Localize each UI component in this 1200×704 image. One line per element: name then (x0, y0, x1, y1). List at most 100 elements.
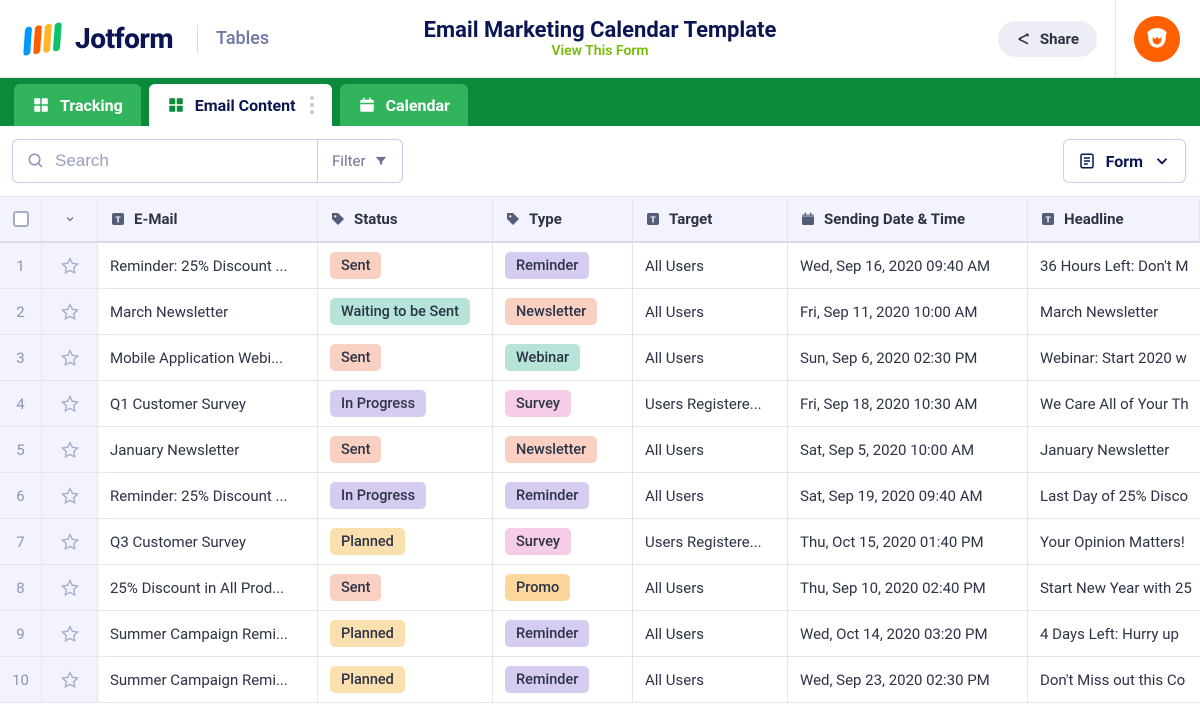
cell-status[interactable]: Waiting to be Sent (318, 289, 493, 334)
cell-status[interactable]: In Progress (318, 473, 493, 518)
cell-target[interactable]: All Users (633, 657, 788, 702)
cell-email[interactable]: Q3 Customer Survey (98, 519, 318, 564)
cell-type[interactable]: Reminder (493, 243, 633, 288)
checkbox-icon[interactable] (13, 211, 29, 227)
cell-status[interactable]: Planned (318, 519, 493, 564)
cell-type[interactable]: Newsletter (493, 427, 633, 472)
cell-status[interactable]: Sent (318, 427, 493, 472)
cell-type[interactable]: Survey (493, 519, 633, 564)
star-button[interactable] (42, 381, 98, 426)
cell-headline[interactable]: Your Opinion Matters! (1028, 519, 1200, 564)
cell-headline[interactable]: We Care All of Your Th (1028, 381, 1200, 426)
cell-date[interactable]: Fri, Sep 11, 2020 10:00 AM (788, 289, 1028, 334)
table-row[interactable]: 10Summer Campaign Remi...PlannedReminder… (0, 657, 1200, 703)
cell-email[interactable]: Summer Campaign Remi... (98, 657, 318, 702)
cell-target[interactable]: All Users (633, 427, 788, 472)
view-form-link[interactable]: View This Form (424, 43, 777, 59)
form-view-button[interactable]: Form (1063, 139, 1186, 183)
cell-headline[interactable]: January Newsletter (1028, 427, 1200, 472)
cell-type[interactable]: Reminder (493, 611, 633, 656)
expand-header[interactable] (42, 197, 98, 241)
cell-type[interactable]: Survey (493, 381, 633, 426)
cell-type[interactable]: Promo (493, 565, 633, 610)
search-input-wrap[interactable] (12, 139, 317, 183)
cell-email[interactable]: Q1 Customer Survey (98, 381, 318, 426)
cell-date[interactable]: Thu, Sep 10, 2020 02:40 PM (788, 565, 1028, 610)
table-row[interactable]: 1Reminder: 25% Discount ...SentReminderA… (0, 243, 1200, 289)
cell-date[interactable]: Wed, Oct 14, 2020 03:20 PM (788, 611, 1028, 656)
star-button[interactable] (42, 335, 98, 380)
table-row[interactable]: 4Q1 Customer SurveyIn ProgressSurveyUser… (0, 381, 1200, 427)
tab-calendar[interactable]: Calendar (340, 84, 468, 126)
brand-product[interactable]: Tables (216, 28, 269, 49)
cell-target[interactable]: All Users (633, 473, 788, 518)
star-button[interactable] (42, 243, 98, 288)
cell-email[interactable]: Reminder: 25% Discount ... (98, 473, 318, 518)
cell-date[interactable]: Fri, Sep 18, 2020 10:30 AM (788, 381, 1028, 426)
cell-date[interactable]: Sat, Sep 19, 2020 09:40 AM (788, 473, 1028, 518)
star-button[interactable] (42, 565, 98, 610)
col-target[interactable]: T Target (633, 197, 788, 241)
star-button[interactable] (42, 519, 98, 564)
table-row[interactable]: 3Mobile Application Webi...SentWebinarAl… (0, 335, 1200, 381)
search-input[interactable] (55, 151, 303, 171)
table-row[interactable]: 9Summer Campaign Remi...PlannedReminderA… (0, 611, 1200, 657)
cell-date[interactable]: Sat, Sep 5, 2020 10:00 AM (788, 427, 1028, 472)
cell-type[interactable]: Reminder (493, 473, 633, 518)
cell-type[interactable]: Webinar (493, 335, 633, 380)
col-date[interactable]: Sending Date & Time (788, 197, 1028, 241)
cell-headline[interactable]: 36 Hours Left: Don't M (1028, 243, 1200, 288)
cell-target[interactable]: Users Registere... (633, 381, 788, 426)
cell-status[interactable]: Sent (318, 565, 493, 610)
table-row[interactable]: 825% Discount in All Prod...SentPromoAll… (0, 565, 1200, 611)
tab-menu-icon[interactable] (310, 96, 314, 114)
cell-target[interactable]: All Users (633, 243, 788, 288)
cell-date[interactable]: Wed, Sep 16, 2020 09:40 AM (788, 243, 1028, 288)
cell-target[interactable]: All Users (633, 335, 788, 380)
select-all-cell[interactable] (0, 197, 42, 241)
cell-headline[interactable]: Start New Year with 25 (1028, 565, 1200, 610)
cell-date[interactable]: Sun, Sep 6, 2020 02:30 PM (788, 335, 1028, 380)
col-email[interactable]: T E-Mail (98, 197, 318, 241)
col-type[interactable]: Type (493, 197, 633, 241)
cell-target[interactable]: All Users (633, 289, 788, 334)
cell-date[interactable]: Wed, Sep 23, 2020 02:30 PM (788, 657, 1028, 702)
cell-email[interactable]: Reminder: 25% Discount ... (98, 243, 318, 288)
tab-email-content[interactable]: Email Content (149, 84, 332, 126)
filter-button[interactable]: Filter (317, 139, 403, 183)
cell-headline[interactable]: Last Day of 25% Disco (1028, 473, 1200, 518)
cell-status[interactable]: Sent (318, 335, 493, 380)
tab-tracking[interactable]: Tracking (14, 84, 141, 126)
star-button[interactable] (42, 289, 98, 334)
cell-status[interactable]: Planned (318, 611, 493, 656)
star-button[interactable] (42, 473, 98, 518)
table-row[interactable]: 5January NewsletterSentNewsletterAll Use… (0, 427, 1200, 473)
cell-email[interactable]: 25% Discount in All Prod... (98, 565, 318, 610)
col-headline[interactable]: T Headline (1028, 197, 1200, 241)
brand-block[interactable]: Jotform Tables (24, 22, 269, 55)
cell-email[interactable]: Mobile Application Webi... (98, 335, 318, 380)
cell-headline[interactable]: Webinar: Start 2020 w (1028, 335, 1200, 380)
cell-headline[interactable]: Don't Miss out this Co (1028, 657, 1200, 702)
table-row[interactable]: 2March NewsletterWaiting to be SentNewsl… (0, 289, 1200, 335)
cell-status[interactable]: Planned (318, 657, 493, 702)
cell-type[interactable]: Newsletter (493, 289, 633, 334)
avatar[interactable] (1134, 16, 1180, 62)
cell-headline[interactable]: 4 Days Left: Hurry up (1028, 611, 1200, 656)
star-button[interactable] (42, 611, 98, 656)
cell-email[interactable]: Summer Campaign Remi... (98, 611, 318, 656)
table-row[interactable]: 6Reminder: 25% Discount ...In ProgressRe… (0, 473, 1200, 519)
share-button[interactable]: Share (998, 21, 1097, 57)
cell-target[interactable]: All Users (633, 611, 788, 656)
cell-email[interactable]: March Newsletter (98, 289, 318, 334)
cell-type[interactable]: Reminder (493, 657, 633, 702)
cell-target[interactable]: Users Registere... (633, 519, 788, 564)
cell-headline[interactable]: March Newsletter (1028, 289, 1200, 334)
cell-email[interactable]: January Newsletter (98, 427, 318, 472)
table-row[interactable]: 7Q3 Customer SurveyPlannedSurveyUsers Re… (0, 519, 1200, 565)
star-button[interactable] (42, 657, 98, 702)
star-button[interactable] (42, 427, 98, 472)
cell-target[interactable]: All Users (633, 565, 788, 610)
cell-status[interactable]: In Progress (318, 381, 493, 426)
cell-status[interactable]: Sent (318, 243, 493, 288)
